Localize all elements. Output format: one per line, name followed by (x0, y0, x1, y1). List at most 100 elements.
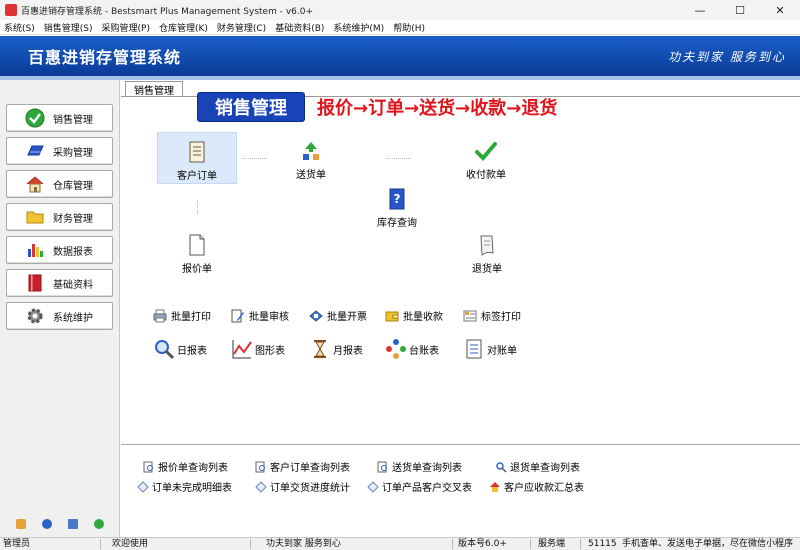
menu-purchase[interactable]: 采购管理(P) (102, 21, 150, 34)
book-icon (25, 273, 45, 293)
status-divider (580, 539, 581, 549)
diamond-icon (367, 480, 379, 493)
delivery-query-link[interactable]: 送货单查询列表 (377, 459, 462, 474)
payment-node[interactable]: 收付款单 (455, 138, 517, 181)
status-divider (100, 539, 101, 549)
sidebar-item-purchase[interactable]: 采购管理 (6, 137, 113, 165)
menu-warehouse[interactable]: 仓库管理(K) (159, 21, 208, 34)
order-cross-table-link[interactable]: 订单产品客户交叉表 (367, 479, 472, 494)
quote-query-link[interactable]: 报价单查询列表 (143, 459, 228, 474)
menu-maintenance[interactable]: 系统维护(M) (333, 21, 384, 34)
customer-order-node[interactable]: 客户订单 (157, 132, 237, 184)
node-label: 报价单 (182, 264, 212, 275)
window-title: 百惠进销存管理系统 - Bestsmart Plus Management Sy… (21, 6, 313, 17)
status-mode: 服务端 (538, 539, 566, 549)
info-icon[interactable] (42, 519, 52, 529)
invoice-icon (309, 309, 323, 323)
sidebar-item-label: 采购管理 (53, 147, 93, 159)
window-icon[interactable] (68, 519, 78, 529)
batch-print-button[interactable]: 批量打印 (153, 308, 211, 323)
delivery-node[interactable]: 送货单 (285, 138, 337, 181)
sidebar-item-label: 基础资料 (53, 279, 93, 291)
query-label: 客户应收款汇总表 (504, 483, 584, 494)
batch-review-button[interactable]: 批量审核 (231, 308, 289, 323)
node-label: 客户订单 (177, 171, 217, 182)
pencil-icon[interactable] (16, 519, 26, 529)
minimize-button[interactable]: — (680, 0, 720, 20)
tool-label: 批量审核 (249, 312, 289, 323)
ledger-report-button[interactable]: 台账表 (385, 338, 439, 360)
node-label: 库存查询 (377, 218, 417, 229)
power-icon[interactable] (94, 519, 104, 529)
line-chart-icon (231, 338, 253, 360)
daily-report-button[interactable]: 日报表 (153, 338, 207, 360)
menu-finance[interactable]: 财务管理(C) (217, 21, 266, 34)
gear-icon (25, 306, 45, 326)
query-label: 订单交货进度统计 (270, 483, 350, 494)
sidebar-item-finance[interactable]: 财务管理 (6, 203, 113, 231)
search-doc-icon (377, 461, 389, 473)
node-label: 收付款单 (466, 170, 506, 181)
report-label: 对账单 (487, 345, 517, 357)
banner-slogan: 功夫到家 服务到心 (668, 49, 786, 64)
maximize-button[interactable]: ☐ (720, 0, 760, 20)
connector-line (243, 158, 267, 159)
app-title: 百惠进销存管理系统 (28, 48, 182, 67)
query-label: 客户订单查询列表 (270, 463, 350, 474)
order-incomplete-link[interactable]: 订单未完成明细表 (137, 479, 232, 494)
folder-icon (25, 207, 45, 227)
document-icon (184, 232, 210, 258)
order-progress-link[interactable]: 订单交货进度统计 (255, 479, 350, 494)
house-icon (25, 174, 45, 194)
home-icon (489, 481, 501, 493)
wallet-icon (385, 309, 399, 323)
menu-system[interactable]: 系统(S) (4, 21, 35, 34)
menu-bar: 系统(S) 销售管理(S) 采购管理(P) 仓库管理(K) 财务管理(C) 基础… (0, 20, 800, 35)
cycle-icon (385, 338, 407, 360)
receivables-summary-link[interactable]: 客户应收款汇总表 (489, 479, 584, 494)
sidebar-item-label: 仓库管理 (53, 180, 93, 192)
statement-report-button[interactable]: 对账单 (463, 338, 517, 360)
order-query-link[interactable]: 客户订单查询列表 (255, 459, 350, 474)
tab-sales[interactable]: 销售管理 (125, 81, 183, 97)
query-label: 订单未完成明细表 (152, 483, 232, 494)
list-document-icon (463, 338, 485, 360)
return-query-link[interactable]: 退货单查询列表 (495, 459, 580, 474)
status-welcome: 欢迎使用 (112, 539, 149, 549)
menu-basic-data[interactable]: 基础资料(B) (275, 21, 324, 34)
label-print-button[interactable]: 标签打印 (463, 308, 521, 323)
magnifier-icon (153, 338, 175, 360)
return-node[interactable]: 退货单 (461, 232, 513, 275)
magnifier-icon (495, 461, 507, 473)
node-label: 退货单 (472, 264, 502, 275)
sidebar-item-reports[interactable]: 数据报表 (6, 236, 113, 264)
app-icon (5, 4, 17, 16)
quote-node[interactable]: 报价单 (171, 232, 223, 275)
sidebar-item-maintenance[interactable]: 系统维护 (6, 302, 113, 330)
sales-panel: 销售管理 销售管理 报价→订单→送货→收款→退货 客户订单 送货单 收付款单 ?… (121, 80, 800, 442)
chart-report-button[interactable]: 图形表 (231, 338, 285, 360)
inventory-query-node[interactable]: ? 库存查询 (371, 186, 423, 229)
monthly-report-button[interactable]: 月报表 (309, 338, 363, 360)
batch-invoice-button[interactable]: 批量开票 (309, 308, 367, 323)
status-bar: 管理员 欢迎使用 功夫到家 服务到心 版本号6.0+ 服务端 51115 手机查… (0, 537, 800, 550)
curled-page-icon (474, 232, 500, 258)
sidebar-item-sales[interactable]: 销售管理 (6, 104, 113, 132)
sidebar-item-basic-data[interactable]: 基础资料 (6, 269, 113, 297)
status-user: 管理员 (3, 539, 31, 549)
status-version: 版本号6.0+ (458, 539, 507, 549)
status-code: 51115 (588, 539, 617, 549)
diamond-icon (137, 480, 149, 493)
batch-receipt-button[interactable]: 批量收款 (385, 308, 443, 323)
svg-text:?: ? (394, 192, 401, 206)
report-label: 月报表 (333, 345, 363, 357)
search-doc-icon (255, 461, 267, 473)
menu-help[interactable]: 帮助(H) (393, 21, 425, 34)
menu-sales[interactable]: 销售管理(S) (44, 21, 93, 34)
sidebar-item-warehouse[interactable]: 仓库管理 (6, 170, 113, 198)
question-book-icon: ? (384, 186, 410, 212)
hourglass-icon (309, 338, 331, 360)
sidebar-item-label: 销售管理 (53, 114, 93, 126)
diamond-icon (255, 480, 267, 493)
close-button[interactable]: ✕ (760, 0, 800, 20)
